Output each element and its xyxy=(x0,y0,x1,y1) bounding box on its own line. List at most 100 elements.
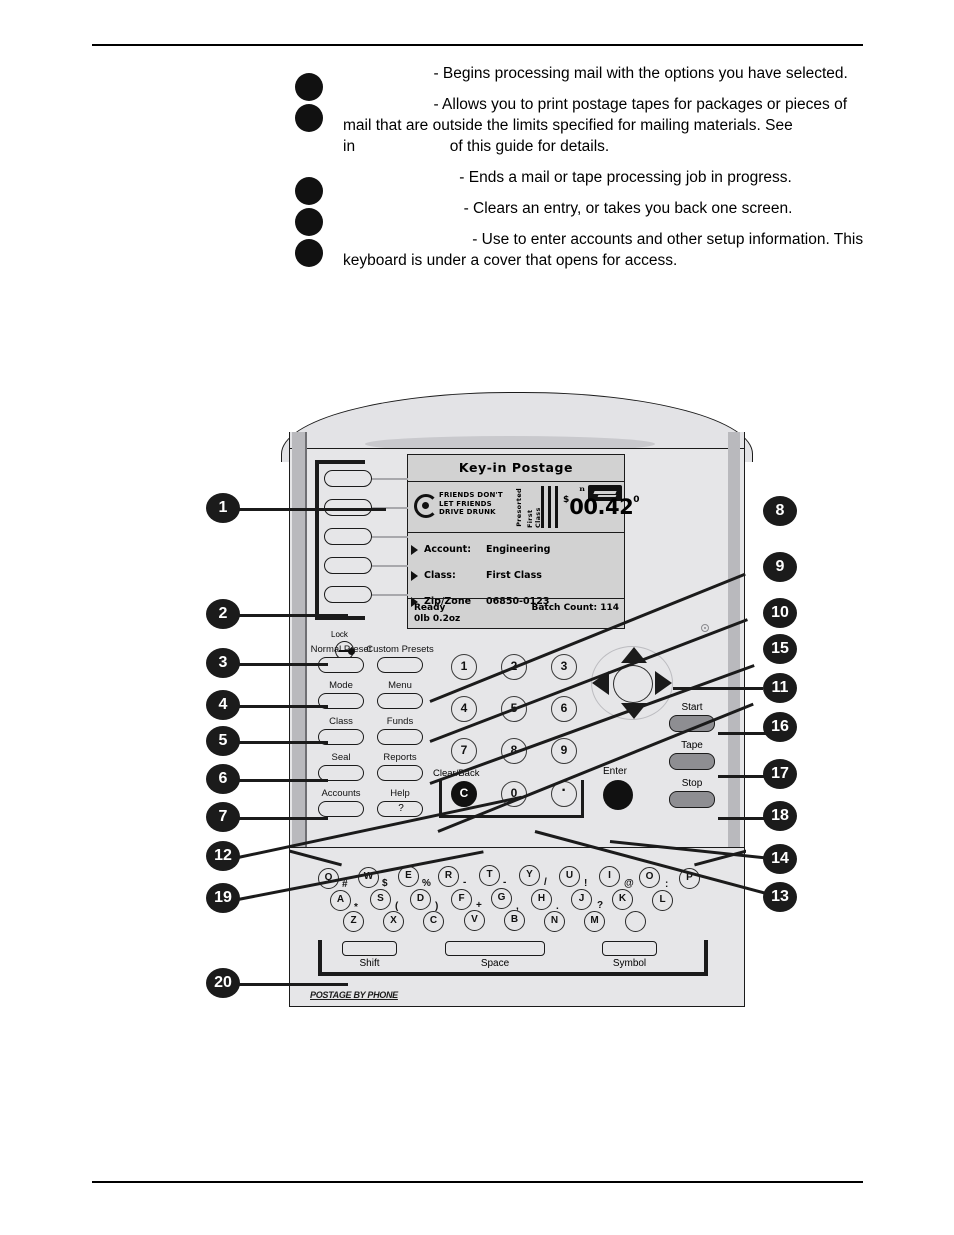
key-n[interactable]: N xyxy=(544,911,565,932)
fkey-label-help: Help xyxy=(390,788,410,799)
fkey-label-menu: Menu xyxy=(388,680,412,691)
key-y[interactable]: Y xyxy=(519,865,540,886)
space-key[interactable] xyxy=(445,941,545,956)
panel-screw-icon xyxy=(701,624,709,632)
callout-17: 17 xyxy=(763,759,797,789)
key-a[interactable]: A xyxy=(330,890,351,911)
lcd-label-account: Account: xyxy=(424,544,472,555)
symbol-percent: % xyxy=(422,878,431,889)
key-i[interactable]: I xyxy=(599,866,620,887)
page-header-rule xyxy=(92,44,863,46)
list-item: - Begins processing mail with the option… xyxy=(295,63,875,101)
lcd-value-class: First Class xyxy=(486,570,542,581)
stamp-class-line-1: Presorted xyxy=(515,488,523,527)
key-g[interactable]: G xyxy=(491,888,512,909)
fkey-accounts[interactable] xyxy=(318,801,364,817)
keyboard-panel-bevel xyxy=(290,848,746,870)
bullet-text: - Clears an entry, or takes you back one… xyxy=(343,200,793,217)
numkey-1[interactable]: 1 xyxy=(451,654,477,680)
tape-button[interactable] xyxy=(669,753,715,770)
list-item: - Allows you to print postage tapes for … xyxy=(295,94,875,157)
key-blank[interactable] xyxy=(625,911,646,932)
softkey-bracket xyxy=(315,460,365,464)
numkey-6[interactable]: 6 xyxy=(551,696,577,722)
callout-9: 9 xyxy=(763,552,797,582)
leader-line-16 xyxy=(718,732,766,735)
key-description-list: - Begins processing mail with the option… xyxy=(295,63,875,281)
numkey-4[interactable]: 4 xyxy=(451,696,477,722)
selector-arrow-icon xyxy=(411,545,418,555)
clear-back-key[interactable]: C xyxy=(451,781,477,807)
help-question-mark-icon: ? xyxy=(398,803,404,814)
page-footer-rule xyxy=(92,1181,863,1183)
lcd-row-account[interactable]: Account: Engineering xyxy=(408,540,624,566)
numkey-7[interactable]: 7 xyxy=(451,738,477,764)
numkey-3[interactable]: 3 xyxy=(551,654,577,680)
key-l[interactable]: L xyxy=(652,890,673,911)
fkey-menu[interactable] xyxy=(377,693,423,709)
softkey-1[interactable] xyxy=(324,470,372,487)
shift-key[interactable] xyxy=(342,941,397,956)
brand-logo: POSTAGE BY PHONE xyxy=(310,990,398,1000)
enter-label: Enter xyxy=(603,766,627,777)
status-state: Ready xyxy=(414,603,446,613)
softkey-leader-5 xyxy=(372,594,408,596)
callout-1: 1 xyxy=(206,493,240,523)
keypad-bracket-bottom xyxy=(439,815,584,818)
fkey-reports[interactable] xyxy=(377,765,423,781)
key-h[interactable]: H xyxy=(531,889,552,910)
key-s[interactable]: S xyxy=(370,889,391,910)
stop-button[interactable] xyxy=(669,791,715,808)
stamp-bar-marks xyxy=(541,486,563,528)
symbol-colon: : xyxy=(665,879,669,890)
arrow-right-icon[interactable] xyxy=(655,671,672,695)
symbol-hyphen-2: - xyxy=(503,877,507,888)
numkey-9[interactable]: 9 xyxy=(551,738,577,764)
softkey-4[interactable] xyxy=(324,557,372,574)
callout-10: 10 xyxy=(763,598,797,628)
key-d[interactable]: D xyxy=(410,889,431,910)
symbol-key[interactable] xyxy=(602,941,657,956)
key-m[interactable]: M xyxy=(584,911,605,932)
status-weight: 0lb 0.2oz xyxy=(414,614,461,624)
tape-label: Tape xyxy=(681,740,703,751)
stamp-postage-amount: $00.420 xyxy=(563,495,639,519)
lcd-status-bar: Ready 0lb 0.2oz Batch Count: 114 xyxy=(408,598,624,628)
symbol-label: Symbol xyxy=(612,958,647,969)
key-r[interactable]: R xyxy=(438,866,459,887)
stamp-dollars: 00 xyxy=(569,495,598,519)
callout-19: 19 xyxy=(206,883,240,913)
leader-line-4 xyxy=(238,705,328,708)
key-u[interactable]: U xyxy=(559,866,580,887)
stamp-class-line-2: First Class xyxy=(526,507,542,528)
fkey-custom-presets[interactable] xyxy=(377,657,423,673)
callout-14: 14 xyxy=(763,844,797,874)
key-f[interactable]: F xyxy=(451,889,472,910)
ad-line-1: FRIENDS DON'T xyxy=(439,491,503,499)
fkey-label-custom-presets: Custom Presets xyxy=(366,644,434,655)
lcd-row-class[interactable]: Class: First Class xyxy=(408,566,624,592)
key-k[interactable]: K xyxy=(612,889,633,910)
softkey-5[interactable] xyxy=(324,586,372,603)
key-o[interactable]: O xyxy=(639,867,660,888)
key-z[interactable]: Z xyxy=(343,911,364,932)
key-t[interactable]: T xyxy=(479,865,500,886)
key-b[interactable]: B xyxy=(504,910,525,931)
callout-13: 13 xyxy=(763,882,797,912)
fkey-help[interactable]: ? xyxy=(377,801,423,817)
callout-6: 6 xyxy=(206,764,240,794)
enter-button[interactable] xyxy=(603,780,633,810)
key-c[interactable]: C xyxy=(423,911,444,932)
fkey-label-reports: Reports xyxy=(383,752,417,763)
fkey-funds[interactable] xyxy=(377,729,423,745)
meter-stamp-preview: FRIENDS DON'T LET FRIENDS DRIVE DRUNK Pr… xyxy=(408,482,639,533)
callout-8: 8 xyxy=(763,496,797,526)
key-v[interactable]: V xyxy=(464,910,485,931)
ad-line-3: DRIVE DRUNK xyxy=(439,508,496,517)
list-item: - Ends a mail or tape processing job in … xyxy=(295,167,875,205)
key-j[interactable]: J xyxy=(571,889,592,910)
leader-line-1 xyxy=(238,508,386,511)
key-x[interactable]: X xyxy=(383,911,404,932)
softkey-group xyxy=(315,460,408,620)
softkey-3[interactable] xyxy=(324,528,372,545)
